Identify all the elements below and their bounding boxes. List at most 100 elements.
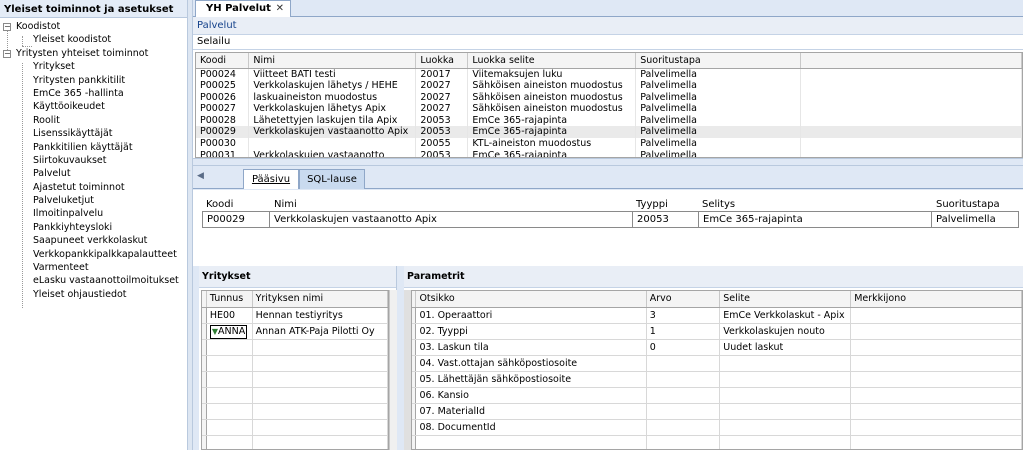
table-row[interactable]: ▼ANNA Annan ATK-Paja Pilotti Oy [202,323,388,340]
table-row[interactable]: P00025 Verkkolaskujen lähetys / HEHE 20027… [196,80,1022,92]
table-cell[interactable] [206,355,253,372]
table-cell[interactable]: 05. Lähettäjän sähköpostiosoite [415,371,647,388]
collapse-icon[interactable]: − [3,23,11,31]
horizontal-splitter[interactable] [193,158,1023,166]
tyyppi-field[interactable]: 20053 [632,211,698,228]
table-cell[interactable] [850,435,1022,449]
table-cell[interactable] [252,339,388,356]
table-cell[interactable] [646,387,721,404]
collapse-icon[interactable]: − [3,49,11,58]
column-header[interactable]: Yrityksen nimi [252,291,388,308]
table-cell[interactable]: ▼ANNA [206,323,253,340]
tree-node-item[interactable]: Käyttöoikeudet [0,100,187,113]
column-header[interactable]: Luokka selite [467,53,637,69]
table-row[interactable]: 03. Laskun tila 0 Uudet laskut [412,339,1022,356]
table-cell[interactable]: Annan ATK-Paja Pilotti Oy [252,323,388,340]
table-cell[interactable] [646,403,721,420]
tree-node-yhteiset-toiminnot[interactable]: − Yritysten yhteiset toiminnot [0,47,187,60]
table-cell[interactable] [646,355,721,372]
table-row[interactable] [202,403,388,420]
table-cell[interactable] [206,371,253,388]
tree-node-item[interactable]: Saapuneet verkkolaskut [0,234,187,247]
tree-node-item[interactable]: Palveluketjut [0,194,187,207]
table-cell[interactable] [206,339,253,356]
tree-node-item[interactable]: Pankkitilien käyttäjät [0,141,187,154]
koodi-field[interactable]: P00029 [202,211,269,228]
tab-sql-lause[interactable]: SQL-lause [299,169,365,189]
tree-node-item[interactable]: Ilmoitinpalvelu [0,207,187,220]
table-row[interactable]: P00027 Verkkolaskujen lähetys Apix 20027 Sä… [196,103,1022,115]
tree-node-item[interactable]: Ajastetut toiminnot [0,181,187,194]
tree-node-item[interactable]: Palvelut [0,167,187,180]
column-header[interactable]: Selite [719,291,852,308]
table-cell[interactable] [206,387,253,404]
table-cell[interactable] [252,371,388,388]
table-cell[interactable] [206,435,253,449]
table-row[interactable] [202,339,388,356]
table-cell[interactable]: EmCe Verkkolaskut - Apix [719,307,852,324]
table-row[interactable]: P00031 Verkkolaskujen vastaanotto 20053 EmC… [196,149,1022,157]
table-cell[interactable] [252,355,388,372]
table-cell[interactable] [252,403,388,420]
table-cell[interactable]: HE00 [206,307,253,324]
column-header[interactable]: Merkkijono [850,291,1022,308]
table-cell[interactable] [719,419,852,436]
tab-yh-palvelut[interactable]: YH Palvelut ✕ [195,0,291,17]
column-header[interactable]: Nimi [248,53,417,69]
table-row[interactable] [202,355,388,372]
table-cell[interactable] [850,419,1022,436]
table-cell[interactable]: Uudet laskut [719,339,852,356]
table-row[interactable] [202,435,388,449]
table-cell[interactable] [850,323,1022,340]
table-row[interactable] [202,371,388,388]
table-row[interactable]: HE00 Hennan testiyritys [202,307,388,324]
table-row[interactable]: P00029 Verkkolaskujen vastaanotto Apix 200… [196,126,1022,139]
suoritustapa-field[interactable]: Palvelimella [931,211,1019,228]
table-row[interactable]: 08. DocumentId [412,419,1022,436]
table-cell[interactable] [252,419,388,436]
table-row[interactable]: P00030 20055 KTL-aineiston muodostus Palvel… [196,138,1022,150]
table-cell[interactable] [252,387,388,404]
table-cell[interactable]: Hennan testiyritys [252,307,388,324]
table-cell[interactable] [850,371,1022,388]
tree-node-koodistot[interactable]: − Koodistot [0,20,187,33]
table-cell[interactable] [646,435,721,449]
table-cell[interactable]: 04. Vast.ottajan sähköpostiosoite [415,355,647,372]
tab-paasivu[interactable]: Pääsivu [243,169,299,189]
table-cell[interactable]: 08. DocumentId [415,419,647,436]
table-cell[interactable]: 02. Tyyppi [415,323,647,340]
table-cell[interactable] [850,307,1022,324]
column-header[interactable]: Koodi [196,53,250,69]
column-header[interactable]: Luokka [415,53,469,69]
table-cell[interactable] [850,339,1022,356]
tree-node-item[interactable]: Yleiset ohjaustiedot [0,288,187,301]
table-row[interactable]: P00024 Viitteet BATI testi 20017 Viitemaksu… [196,68,1022,81]
table-cell[interactable] [850,403,1022,420]
table-cell[interactable] [719,387,852,404]
table-row[interactable]: 02. Tyyppi 1 Verkkolaskujen nouto [412,323,1022,340]
column-header[interactable]: Otsikko [415,291,647,308]
tree-node-item[interactable]: Yritykset [0,60,187,73]
table-cell[interactable] [415,435,647,449]
table-cell[interactable]: Verkkolaskujen nouto [719,323,852,340]
table-cell[interactable]: 01. Operaattori [415,307,647,324]
table-row[interactable] [412,435,1022,449]
table-cell[interactable] [719,371,852,388]
column-header[interactable]: Arvo [646,291,721,308]
table-row[interactable]: P00026 laskuaineiston muodostus 20027 Sähkö… [196,91,1022,104]
scroll-left-icon[interactable]: ◀ [197,171,204,181]
table-cell[interactable] [206,403,253,420]
row-edit-box[interactable]: ▼ANNA [209,324,248,338]
selitys-field[interactable]: EmCe 365-rajapinta [698,211,931,228]
table-row[interactable]: 01. Operaattori 3 EmCe Verkkolaskut - Apix [412,307,1022,324]
table-cell[interactable]: 06. Kansio [415,387,647,404]
tree-node-item[interactable]: Verkkopankkipalkkapalautteet [0,248,187,261]
table-cell[interactable] [206,419,253,436]
table-cell[interactable]: 07. MaterialId [415,403,647,420]
table-cell[interactable] [719,355,852,372]
column-header[interactable]: Tunnus [206,291,253,308]
table-cell[interactable] [850,355,1022,372]
table-row[interactable]: 06. Kansio [412,387,1022,404]
browse-label[interactable]: Selailu [193,35,1023,50]
table-cell[interactable] [719,403,852,420]
